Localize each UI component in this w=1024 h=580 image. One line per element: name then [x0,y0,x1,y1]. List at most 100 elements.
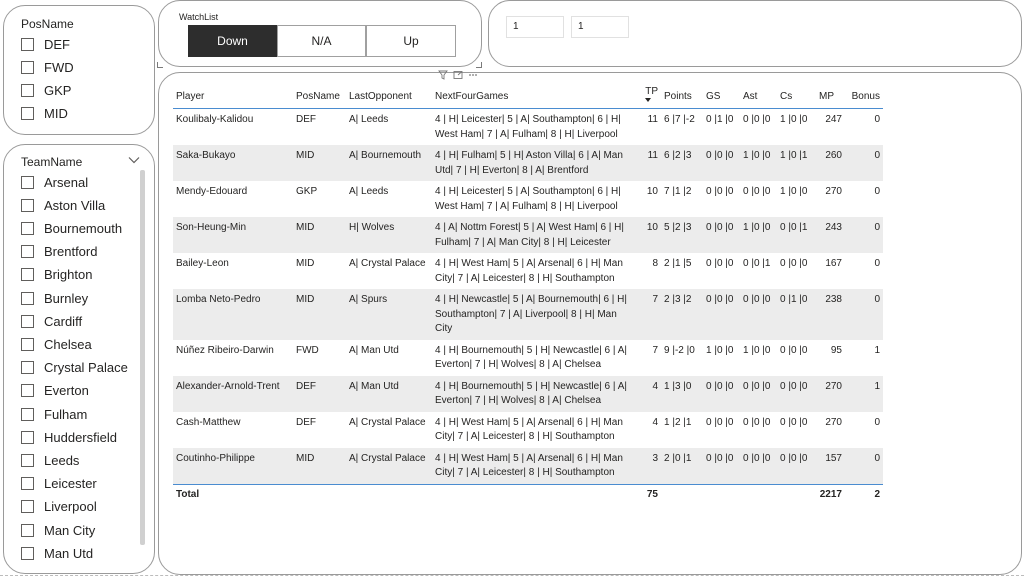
checkbox-icon[interactable] [21,175,34,189]
table-row[interactable]: Saka-Bukayo MID A| Bournemouth 4 | H| Fulha… [173,145,883,181]
teamname-option[interactable]: Leicester [21,474,97,494]
cell-ast: 0 |0 |0 [743,114,771,125]
checkbox-icon[interactable] [21,221,34,235]
posname-option-fwd[interactable]: FWD [21,57,74,77]
player-table: Player PosName LastOpponent NextFourGame… [173,83,883,505]
cell-tp: 7 [639,289,661,340]
checkbox-icon[interactable] [21,337,34,351]
cell-mp: 157 [816,447,845,484]
table-row[interactable]: Coutinho-Philippe MID A| Crystal Palace 4 |… [173,447,883,484]
teamname-option[interactable]: Fulham [21,404,87,424]
column-header-posname[interactable]: PosName [293,83,346,109]
checkbox-icon[interactable] [21,453,34,467]
table-row[interactable]: Lomba Neto-Pedro MID A| Spurs 4 | H| Newcas… [173,289,883,340]
canvas-bottom-border [0,575,1024,576]
chevron-down-icon[interactable] [128,155,140,165]
checkbox-icon[interactable] [21,430,34,444]
table-row[interactable]: Mendy-Edouard GKP A| Leeds 4 | H| Leicester… [173,181,883,217]
more-options-icon[interactable] [469,74,477,76]
column-header-bonus[interactable]: Bonus [845,83,883,109]
column-header-lastopponent[interactable]: LastOpponent [346,83,432,109]
cell-posname: DEF [296,114,316,125]
teamname-option-label: Arsenal [44,174,89,190]
column-header-player[interactable]: Player [173,83,293,109]
column-header-tp-label: TP [645,86,658,97]
cell-cs: 1 |0 |0 [780,186,808,197]
table-row[interactable]: Cash-Matthew DEF A| Crystal Palace 4 | H| W… [173,412,883,448]
filter-icon[interactable] [438,70,448,80]
teamname-option-label: Aston Villa [44,197,106,213]
posname-option-gkp[interactable]: GKP [21,80,71,100]
column-header-points[interactable]: Points [661,83,703,109]
teamname-option[interactable]: Man City [21,520,95,540]
cell-gs: 0 |0 |0 [703,217,740,253]
range-end-input[interactable]: 1 [571,16,629,38]
teamname-option[interactable]: Brighton [21,265,92,285]
column-header-gs[interactable]: GS [703,83,740,109]
cell-lastopponent: A| Crystal Palace [346,447,432,484]
selection-corner [476,62,482,68]
checkbox-icon[interactable] [21,268,34,282]
checkbox-icon[interactable] [21,245,34,259]
table-row[interactable]: Alexander-Arnold-Trent DEF A| Man Utd 4 | H… [173,375,883,412]
column-header-cs[interactable]: Cs [777,83,816,109]
checkbox-icon[interactable] [21,198,34,212]
teamname-option[interactable]: Everton [21,381,89,401]
posname-option-def[interactable]: DEF [21,34,70,54]
table-row[interactable]: Koulibaly-Kalidou DEF A| Leeds 4 | H| Leice… [173,109,883,146]
checkbox-icon[interactable] [21,291,34,305]
checkbox-icon[interactable] [21,546,34,560]
table-row[interactable]: Bailey-Leon MID A| Crystal Palace 4 | H| We… [173,253,883,289]
cell-player: Bailey-Leon [176,258,229,269]
checkbox-icon[interactable] [21,361,34,375]
teamname-option-label: Everton [44,383,89,399]
teamname-option[interactable]: Brentford [21,242,97,262]
teamname-option[interactable]: Man Utd [21,543,93,563]
cell-posname: MID [293,289,346,340]
teamname-option[interactable]: Bournemouth [21,218,122,238]
column-header-nextfourgames[interactable]: NextFourGames [432,83,639,109]
selection-corner [157,62,163,68]
watchlist-na-button[interactable]: N/A [277,25,366,57]
column-header-mp[interactable]: MP [816,83,845,109]
cell-gs: 0 |0 |0 [706,416,734,428]
teamname-option[interactable]: Crystal Palace [21,358,128,378]
watchlist-up-button[interactable]: Up [366,25,456,57]
teamname-option[interactable]: Liverpool [21,497,97,517]
column-header-tp[interactable]: TP [639,83,661,109]
posname-option-mid[interactable]: MID [21,103,68,123]
checkbox-icon[interactable] [21,314,34,328]
watchlist-down-button[interactable]: Down [188,25,277,57]
checkbox-icon[interactable] [21,500,34,514]
cell-ast: 0 |0 |0 [740,447,777,484]
teamname-option[interactable]: Huddersfield [21,427,117,447]
column-header-ast[interactable]: Ast [740,83,777,109]
teamname-option[interactable]: Arsenal [21,172,88,192]
table-row[interactable]: Núñez Ribeiro-Darwin FWD A| Man Utd 4 | H| … [173,340,883,376]
checkbox-icon[interactable] [21,106,34,120]
cell-mp: 247 [825,114,842,125]
checkbox-icon[interactable] [21,83,34,97]
cell-posname: MID [293,447,346,484]
cell-tp: 4 [652,416,658,428]
checkbox-icon[interactable] [21,384,34,398]
checkbox-icon[interactable] [21,407,34,421]
cell-posname: DEF [293,375,346,412]
teamname-option[interactable]: Aston Villa [21,195,105,215]
teamname-option-label: Liverpool [44,499,97,515]
cell-lastopponent: A| Crystal Palace [349,416,426,428]
teamname-option[interactable]: Burnley [21,288,88,308]
teamname-option[interactable]: Cardiff [21,311,82,331]
checkbox-icon[interactable] [21,477,34,491]
range-start-input[interactable]: 1 [506,16,564,38]
checkbox-icon[interactable] [21,523,34,537]
table-row[interactable]: Son-Heung-Min MID H| Wolves 4 | A| Nottm Fo… [173,217,883,253]
teamname-option[interactable]: Chelsea [21,334,92,354]
checkbox-icon[interactable] [21,60,34,74]
cell-cs: 0 |1 |0 [777,289,816,340]
teamname-scrollbar[interactable] [140,170,145,545]
cell-mp: 95 [830,344,842,356]
focus-mode-icon[interactable] [453,71,463,79]
checkbox-icon[interactable] [21,37,34,51]
teamname-option[interactable]: Leeds [21,450,79,470]
